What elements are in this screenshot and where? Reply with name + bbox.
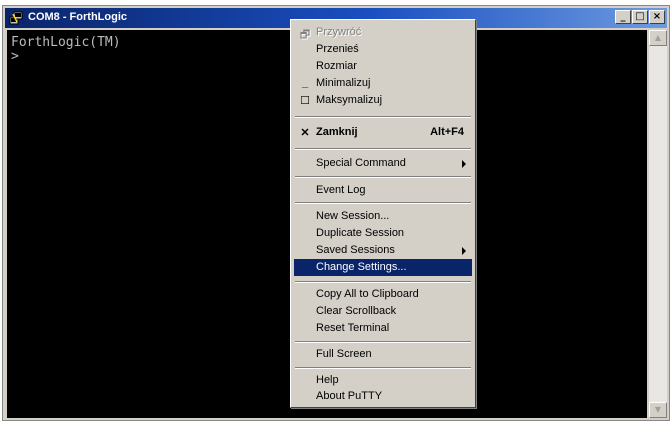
menu-item-maximize[interactable]: ☐ Maksymalizuj <box>294 92 472 109</box>
menu-separator <box>295 116 471 118</box>
system-menu: 🗗 Przywróć Przenieś Rozmiar _ Minimalizu… <box>290 19 476 408</box>
scroll-down-arrow-icon[interactable]: ▼ <box>649 402 667 418</box>
window-title: COM8 - ForthLogic <box>28 11 127 23</box>
submenu-arrow-icon <box>462 160 466 168</box>
menu-item-special-command[interactable]: Special Command <box>294 155 472 172</box>
menu-item-copy-all[interactable]: Copy All to Clipboard <box>294 286 472 303</box>
maximize-icon: ☐ <box>300 95 310 107</box>
menu-item-change-settings[interactable]: Change Settings... <box>294 259 472 276</box>
menu-separator <box>295 176 471 178</box>
menu-item-reset-terminal[interactable]: Reset Terminal <box>294 320 472 337</box>
menu-separator <box>295 148 471 150</box>
menu-item-new-session[interactable]: New Session... <box>294 208 472 225</box>
close-icon: ✕ <box>300 127 310 139</box>
vertical-scrollbar[interactable]: ▲ ▼ <box>649 30 667 418</box>
minimize-button[interactable]: _ <box>615 10 631 24</box>
shortcut-label: Alt+F4 <box>430 126 464 138</box>
minimize-icon: _ <box>301 77 309 89</box>
menu-item-minimize[interactable]: _ Minimalizuj <box>294 75 472 92</box>
menu-item-close[interactable]: ✕ Zamknij Alt+F4 <box>294 124 472 141</box>
menu-item-event-log[interactable]: Event Log <box>294 182 472 199</box>
menu-item-saved-sessions[interactable]: Saved Sessions <box>294 242 472 259</box>
menu-separator <box>295 367 471 369</box>
menu-item-clear-scrollback[interactable]: Clear Scrollback <box>294 303 472 320</box>
menu-item-restore[interactable]: 🗗 Przywróć <box>294 24 472 41</box>
menu-separator <box>295 281 471 283</box>
menu-item-move[interactable]: Przenieś <box>294 41 472 58</box>
menu-item-help[interactable]: Help <box>294 372 472 389</box>
maximize-button[interactable]: □ <box>632 10 648 24</box>
menu-separator <box>295 341 471 343</box>
menu-item-duplicate-session[interactable]: Duplicate Session <box>294 225 472 242</box>
menu-item-size[interactable]: Rozmiar <box>294 58 472 75</box>
menu-item-full-screen[interactable]: Full Screen <box>294 346 472 363</box>
submenu-arrow-icon <box>462 247 466 255</box>
close-button[interactable]: × <box>649 10 665 24</box>
putty-app-icon[interactable] <box>9 11 23 25</box>
menu-separator <box>295 202 471 204</box>
menu-item-about[interactable]: About PuTTY <box>294 388 472 405</box>
scroll-up-arrow-icon[interactable]: ▲ <box>649 30 667 46</box>
restore-icon: 🗗 <box>299 29 311 41</box>
